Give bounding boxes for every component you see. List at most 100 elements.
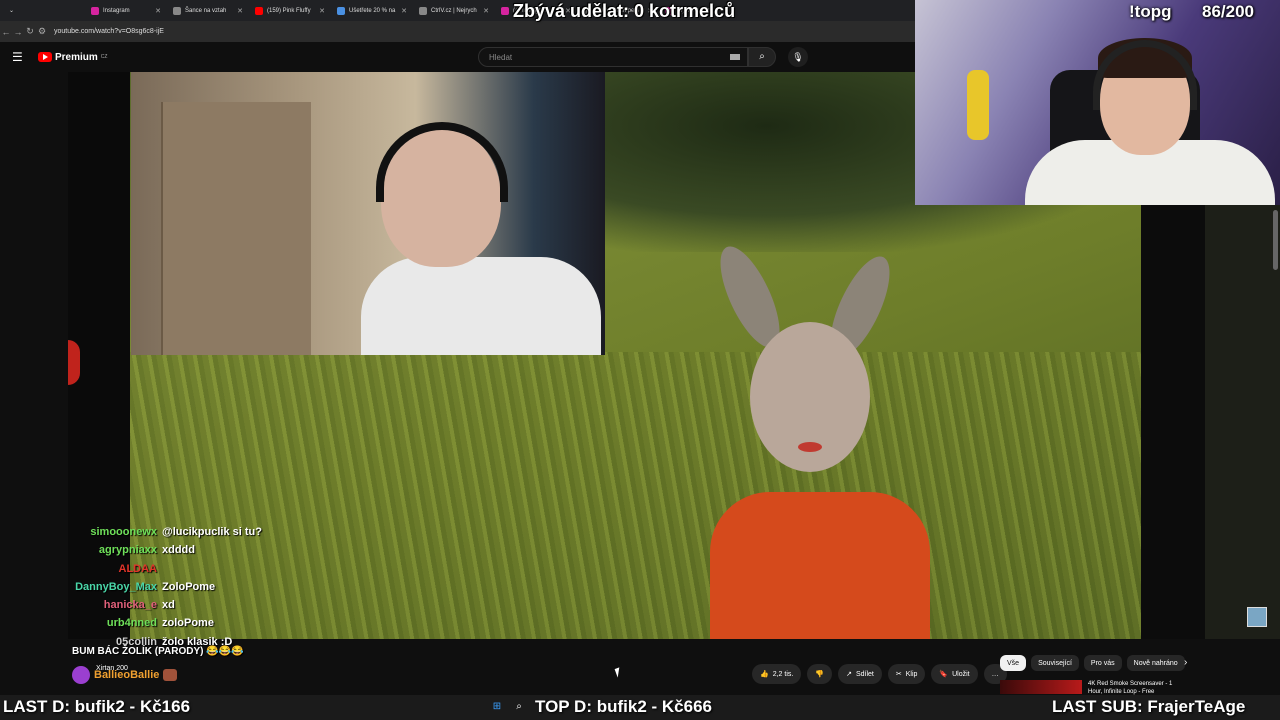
video-webcam-inset: [131, 72, 605, 355]
filter-chips: Vše Související Pro vás Nově nahráno: [1000, 655, 1185, 671]
like-button[interactable]: 👍 2,2 tis.: [752, 664, 802, 684]
webcam-door: [161, 102, 311, 355]
thumbs-down-icon: 👎: [815, 671, 825, 678]
command-label: !topg: [1129, 2, 1172, 21]
chat-username[interactable]: DannyBoy_Max: [70, 578, 162, 596]
tab-overview[interactable]: ⌄: [4, 2, 84, 19]
url-text[interactable]: youtube.com/watch?v=O8sg6c8-ijE: [54, 28, 164, 35]
browser-tab[interactable]: Šance na vztah ✕: [168, 2, 248, 19]
recommendations-panel: [1205, 205, 1280, 639]
favicon-icon: [419, 6, 427, 15]
close-icon[interactable]: ✕: [483, 7, 489, 15]
recommendation-item[interactable]: 4K Red Smoke Screensaver - 1 Hour, Infin…: [1000, 680, 1184, 696]
favicon-icon: [91, 6, 99, 15]
filter-chip[interactable]: Nově nahráno: [1126, 655, 1185, 671]
chat-overlay: simooonewx @lucikpuclik si tu? agrypniaxx x…: [70, 523, 370, 651]
save-button[interactable]: 🔖 Uložit: [931, 664, 978, 684]
video-side-fill: [1141, 205, 1205, 639]
donor-avatar: [72, 666, 90, 684]
logo-text: Premium: [55, 51, 98, 63]
reload-icon[interactable]: ↻: [24, 26, 36, 37]
recommendation-title[interactable]: 4K Red Smoke Screensaver - 1 Hour, Infin…: [1088, 680, 1184, 696]
youtube-logo[interactable]: Premium CZ: [38, 52, 107, 63]
clip-label: Klip: [905, 670, 918, 678]
windows-start-icon[interactable]: ⊞: [490, 700, 504, 714]
favicon-icon: [501, 6, 509, 15]
overlay-title: Zbývá udělat: 0 kotrmelců: [513, 1, 736, 21]
like-count: 2,2 tis.: [772, 670, 794, 678]
video-figure: [690, 238, 930, 639]
share-icon: ↗: [846, 671, 852, 678]
filter-chip[interactable]: Pro vás: [1083, 655, 1122, 671]
channel-avatar[interactable]: [1247, 607, 1267, 627]
more-icon: …: [991, 670, 999, 678]
close-icon[interactable]: ✕: [155, 7, 161, 15]
top-donation: TOP D: bufik2 - Kč666: [535, 697, 712, 716]
bookmark-icon: 🔖: [939, 671, 949, 678]
share-button[interactable]: ↗ Sdílet: [838, 664, 882, 684]
chat-username[interactable]: ALDAA: [70, 560, 162, 578]
youtube-header: ☰ Premium CZ Hledat ⌕ 🎙: [0, 42, 915, 72]
browser-tab-bar: ⌄ Instagram ✕ Šance na vztah ✕ (159) Pink Fl…: [0, 0, 915, 21]
chat-username[interactable]: hanicka_e: [70, 596, 162, 614]
microphone-icon: 🎙: [792, 52, 804, 62]
filter-chip[interactable]: Související: [1031, 655, 1079, 671]
search-button[interactable]: ⌕: [748, 47, 776, 67]
figure-mouth: [798, 442, 822, 452]
hamburger-menu-icon[interactable]: ☰: [12, 50, 28, 64]
chat-text: xdddd: [162, 544, 195, 557]
browser-tab[interactable]: (159) Pink Fluffy ✕: [250, 2, 330, 19]
address-bar: ← → ↻ ⚙ youtube.com/watch?v=O8sg6c8-ijE: [0, 21, 915, 42]
tab-title: Instagram: [103, 7, 130, 14]
voice-search-button[interactable]: 🎙: [788, 47, 808, 67]
keyboard-icon[interactable]: [730, 54, 740, 60]
favicon-icon: [337, 6, 345, 15]
chat-message: simooonewx @lucikpuclik si tu?: [70, 523, 370, 541]
chat-text: ZoloPome: [162, 580, 216, 593]
scrollbar[interactable]: [1273, 210, 1278, 270]
save-label: Uložit: [952, 670, 970, 678]
chat-username[interactable]: agrypniaxx: [70, 541, 162, 559]
chevron-right-icon[interactable]: ›: [1184, 657, 1187, 668]
favicon-icon: [173, 6, 181, 15]
search-input[interactable]: Hledat: [478, 47, 748, 67]
chat-username[interactable]: simooonewx: [70, 523, 162, 541]
clip-button[interactable]: ✂ Klip: [887, 664, 926, 684]
share-label: Sdílet: [855, 670, 874, 678]
now-playing-text: BUM BÁC ŽOLÍK (PARODY) 😂😂😂: [72, 646, 244, 657]
chat-username[interactable]: urb4nned: [70, 614, 162, 632]
figure-body: [710, 492, 930, 639]
chat-text: @lucikpuclik si tu?: [162, 526, 262, 538]
close-icon[interactable]: ✕: [401, 7, 407, 15]
donation-alert: Xirtan 200 BallieoBallie: [72, 665, 178, 684]
youtube-play-icon: [38, 52, 52, 62]
webcam-person-shirt: [361, 257, 601, 355]
headset-icon: [376, 122, 508, 202]
region-code: CZ: [100, 54, 108, 60]
recommendation-thumbnail[interactable]: [1000, 680, 1082, 694]
chat-text: zoloPome: [162, 617, 214, 630]
live-indicator: [68, 340, 80, 385]
forward-icon[interactable]: →: [12, 27, 24, 37]
browser-tab[interactable]: CtrlV.cz | Nejrych ✕: [414, 2, 494, 19]
emote-icon: [163, 669, 178, 681]
chat-message: DannyBoy_Max ZoloPome: [70, 578, 370, 596]
browser-tab[interactable]: Ušetřete 20 % na ✕: [332, 2, 412, 19]
browser-tab[interactable]: Instagram ✕: [86, 2, 166, 19]
back-icon[interactable]: ←: [0, 27, 12, 37]
thumbs-up-icon: 👍: [760, 671, 769, 678]
favicon-icon: [255, 6, 263, 15]
donation-amount: Xirtan 200: [96, 665, 128, 672]
goal-counter: 86/200: [1202, 2, 1254, 21]
filter-chip[interactable]: Vše: [1000, 655, 1027, 671]
close-icon[interactable]: ✕: [319, 7, 325, 15]
search-icon[interactable]: ⌕: [512, 700, 526, 714]
search-icon: ⌕: [759, 51, 765, 62]
chat-message: agrypniaxx xdddd: [70, 541, 370, 559]
tab-title: Šance na vztah: [185, 7, 227, 14]
site-info-icon[interactable]: ⚙: [36, 26, 48, 37]
dislike-button[interactable]: 👎: [807, 664, 833, 684]
chat-message: ALDAA: [70, 560, 370, 578]
scissors-icon: ✂: [895, 671, 902, 678]
close-icon[interactable]: ✕: [237, 7, 243, 15]
